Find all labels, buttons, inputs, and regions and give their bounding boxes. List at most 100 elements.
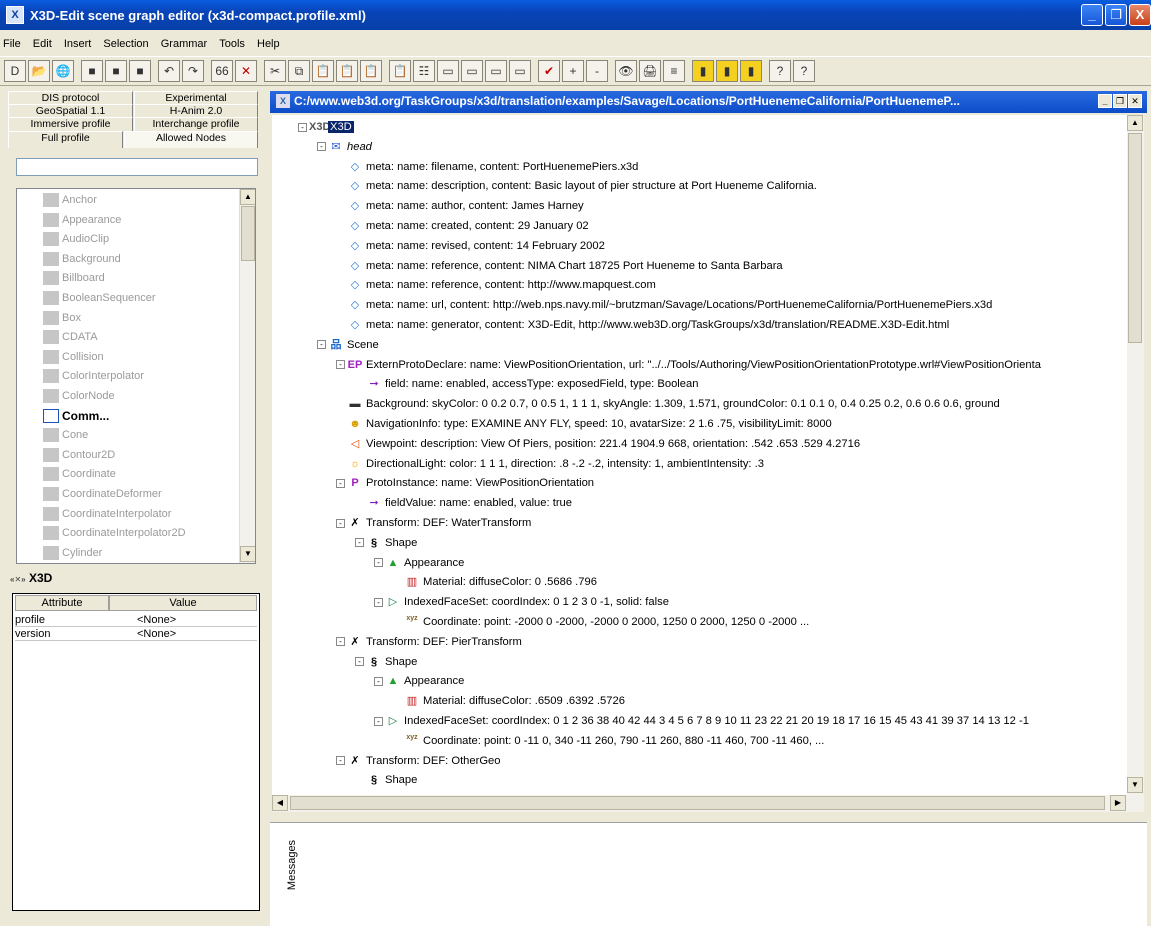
find-icon[interactable]: 66 [211, 60, 233, 82]
doc-close-button[interactable]: ✕ [1128, 94, 1142, 108]
doc-minimize-button[interactable]: _ [1098, 94, 1112, 108]
palette-node-item[interactable]: AudioClip [25, 230, 245, 249]
expand-all-icon[interactable]: ▭ [485, 60, 507, 82]
paste-after-icon[interactable]: 📋 [360, 60, 382, 82]
delete-icon[interactable]: ✕ [235, 60, 257, 82]
menu-selection[interactable]: Selection [103, 38, 148, 50]
tree-node[interactable]: - ✗ Transform: DEF: PierTransform [336, 632, 522, 652]
tree-toggle-icon[interactable]: - [336, 518, 345, 528]
save-as-icon[interactable]: ■ [129, 60, 151, 82]
tree-node[interactable]: - X3DX3D [298, 117, 354, 137]
tree-toggle-icon[interactable]: - [374, 676, 383, 686]
tree-node[interactable]: -☼DirectionalLight: color: 1 1 1, direct… [336, 454, 764, 474]
tree-toggle-icon[interactable]: - [355, 538, 364, 548]
tree-toggle-icon[interactable]: - [336, 478, 345, 488]
tree-node[interactable]: -◇meta: name: filename, content: PortHue… [336, 157, 639, 177]
tree-toggle-icon[interactable]: - [355, 657, 364, 667]
palette-node-item[interactable]: ColorNode [25, 387, 245, 406]
palette-node-item[interactable]: Box [25, 309, 245, 328]
palette-node-item[interactable]: Billboard [25, 269, 245, 288]
tab-allowed-nodes[interactable]: Allowed Nodes [124, 131, 258, 148]
tree-toggle-icon[interactable]: - [336, 637, 345, 647]
expand-icon[interactable]: ▭ [461, 60, 483, 82]
menu-grammar[interactable]: Grammar [161, 38, 207, 50]
tree-vertical-scrollbar[interactable]: ▲ ▼ [1127, 115, 1144, 812]
format-icon[interactable]: ≡ [663, 60, 685, 82]
save-icon[interactable]: ■ [81, 60, 103, 82]
tree-node[interactable]: -▥Material: diffuseColor: .6509 .6392 .5… [393, 691, 625, 711]
tree-node[interactable]: -➞field: name: enabled, accessType: expo… [355, 374, 698, 394]
maximize-button[interactable]: ❐ [1105, 4, 1127, 26]
tree-node[interactable]: -◇meta: name: author, content: James Har… [336, 196, 584, 216]
tab-full-profile[interactable]: Full profile [8, 131, 123, 148]
tree-node[interactable]: - ✗ Transform: DEF: WaterTransform [336, 513, 531, 533]
tree-node[interactable]: -◇meta: name: reference, content: NIMA C… [336, 256, 783, 276]
tree-node[interactable]: -➞fieldValue: name: enabled, value: true [355, 493, 572, 513]
palette-node-item[interactable]: CoordinateDeformer [25, 485, 245, 504]
menu-file[interactable]: File [3, 38, 21, 50]
tree-node[interactable]: -◇meta: name: reference, content: http:/… [336, 275, 656, 295]
scroll-down-arrow-icon[interactable]: ▼ [1127, 777, 1143, 793]
context-help-icon[interactable]: ? [793, 60, 815, 82]
tree-node[interactable]: -§Shape [355, 770, 417, 790]
palette-node-item[interactable]: Appearance [25, 211, 245, 230]
doc-maximize-button[interactable]: ❐ [1113, 94, 1127, 108]
tree-node[interactable]: - ✉ head [317, 137, 372, 157]
palette-node-item[interactable]: CoordinateInterpolator2D [25, 524, 245, 543]
tab-geospatial[interactable]: GeoSpatial 1.1 [8, 104, 133, 118]
minimize-button[interactable]: _ [1081, 4, 1103, 26]
tree-node[interactable]: - P ProtoInstance: name: ViewPositionOrien… [336, 473, 594, 493]
palette-node-item[interactable]: Anchor [25, 191, 245, 210]
close-button[interactable]: X [1129, 4, 1151, 26]
tree-toggle-icon[interactable]: - [317, 340, 326, 350]
tree-node[interactable]: - 品 Scene [317, 335, 379, 355]
tree-node[interactable]: -◇meta: name: generator, content: X3D-Ed… [336, 315, 949, 335]
tree-node[interactable]: -§Shape [355, 652, 417, 672]
minus-icon[interactable]: - [586, 60, 608, 82]
print-icon[interactable]: 🖨 [639, 60, 661, 82]
tree-node[interactable]: -xyzCoordinate: point: 0 -11 0, 340 -11 … [393, 731, 824, 751]
tree-node[interactable]: -◇meta: name: revised, content: 14 Febru… [336, 236, 605, 256]
paste-before-icon[interactable]: 📋 [336, 60, 358, 82]
palette-filter-input[interactable] [16, 158, 258, 176]
tree-node[interactable]: -◇meta: name: created, content: 29 Janua… [336, 216, 589, 236]
scroll-up-arrow-icon[interactable]: ▲ [1127, 115, 1143, 131]
bookmark-2-icon[interactable]: ▮ [716, 60, 738, 82]
attr-value-profile[interactable]: <None> [109, 614, 257, 627]
redo-icon[interactable]: ↷ [182, 60, 204, 82]
scroll-thumb[interactable] [1128, 133, 1142, 343]
palette-node-item[interactable]: CDATA [25, 328, 245, 347]
palette-node-item[interactable]: Comm... [25, 407, 245, 426]
tree-toggle-icon[interactable]: - [336, 360, 345, 370]
tab-immersive-profile[interactable]: Immersive profile [8, 117, 133, 131]
help-icon[interactable]: ? [769, 60, 791, 82]
value-column-header[interactable]: Value [109, 595, 257, 611]
tree-node[interactable]: -◇meta: name: description, content: Basi… [336, 176, 817, 196]
scroll-left-arrow-icon[interactable]: ◀ [272, 795, 288, 811]
tree-node[interactable]: -▬Background: skyColor: 0 0.2 0.7, 0 0.5… [336, 394, 1000, 414]
tree-icon[interactable]: ☷ [413, 60, 435, 82]
bookmark-3-icon[interactable]: ▮ [740, 60, 762, 82]
tree-node[interactable]: - ▷ IndexedFaceSet: coordIndex: 0 1 2 3 0 … [374, 592, 669, 612]
tree-node[interactable]: - ▲ Appearance [374, 671, 464, 691]
undo-icon[interactable]: ↶ [158, 60, 180, 82]
open-folder-icon[interactable]: 📂 [28, 60, 50, 82]
paste-icon[interactable]: 📋 [312, 60, 334, 82]
collapse-icon[interactable]: ▭ [437, 60, 459, 82]
save-all-icon[interactable]: ■ [105, 60, 127, 82]
tree-toggle-icon[interactable]: - [374, 558, 383, 568]
tree-node[interactable]: -◇meta: name: url, content: http://web.n… [336, 295, 993, 315]
tree-node[interactable]: - ✗ Transform: DEF: OtherGeo [336, 751, 501, 771]
palette-node-item[interactable]: Background [25, 250, 245, 269]
attribute-column-header[interactable]: Attribute [15, 595, 109, 611]
palette-node-item[interactable]: Collision [25, 348, 245, 367]
tree-horizontal-scrollbar[interactable]: ◀ ▶ [272, 795, 1127, 812]
tab-dis-protocol[interactable]: DIS protocol [8, 91, 133, 105]
copy-icon[interactable]: ⧉ [288, 60, 310, 82]
new-file-icon[interactable]: D [4, 60, 26, 82]
view-icon[interactable]: 👁 [615, 60, 637, 82]
paste-child-icon[interactable]: 📋 [389, 60, 411, 82]
palette-node-item[interactable]: Cylinder [25, 544, 245, 563]
menu-insert[interactable]: Insert [64, 38, 92, 50]
cut-icon[interactable]: ✂ [264, 60, 286, 82]
